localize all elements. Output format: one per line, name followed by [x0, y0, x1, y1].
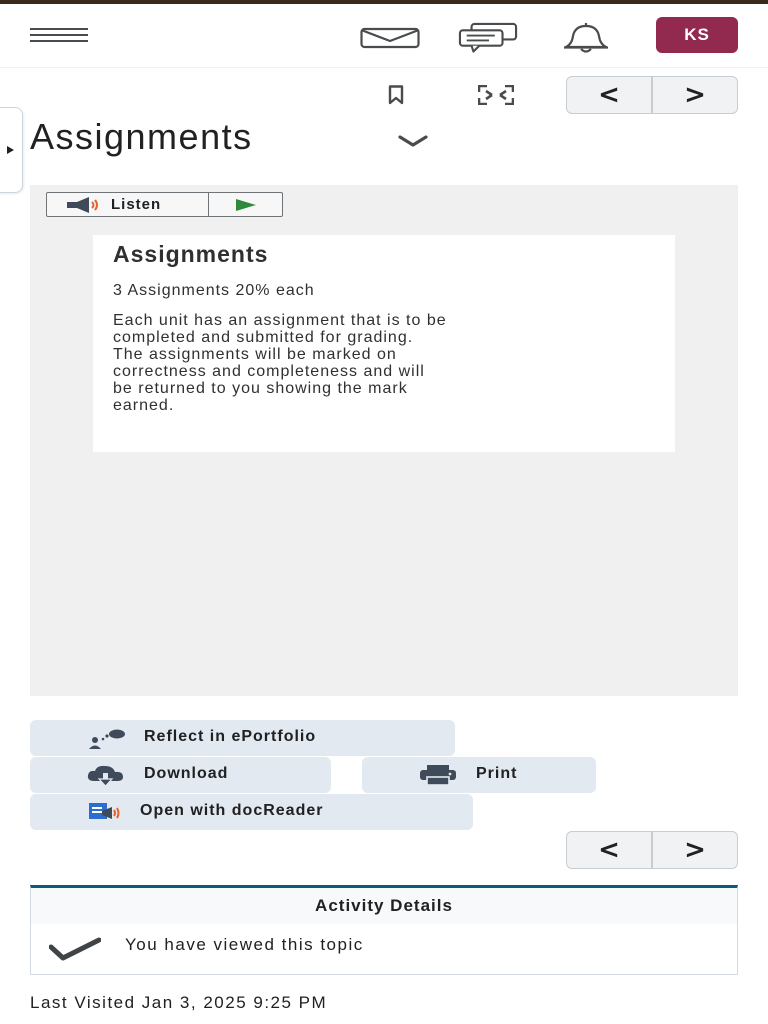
fullscreen-icon[interactable] — [478, 80, 514, 110]
topic-pager-bottom: < > — [566, 831, 738, 869]
document-viewer: Listen Assignments 3 Assignments 20% eac… — [30, 185, 738, 696]
docreader-label: Open with docReader — [140, 802, 324, 819]
top-navbar: KS — [0, 4, 768, 68]
listen-label: Listen — [111, 196, 162, 213]
activity-details-panel: Activity Details You have viewed this to… — [30, 885, 738, 975]
speaker-icon — [67, 196, 98, 213]
side-panel-toggle[interactable] — [0, 107, 23, 193]
activity-status-text: You have viewed this topic — [125, 935, 364, 954]
reflect-eportfolio-button[interactable]: Reflect in ePortfolio — [30, 720, 455, 756]
download-icon — [86, 765, 126, 787]
next-topic-button[interactable]: > — [651, 77, 737, 113]
previous-topic-button[interactable]: < — [567, 832, 651, 868]
page-title: Assignments — [30, 116, 253, 157]
body-line: earned. — [113, 397, 175, 414]
activity-status-row: You have viewed this topic — [31, 924, 737, 975]
activity-details-title: Activity Details — [31, 888, 737, 924]
document-body: Each unit has an assignment that is to b… — [113, 312, 633, 414]
next-topic-button[interactable]: > — [651, 832, 737, 868]
download-button[interactable]: Download — [30, 757, 331, 793]
play-button[interactable] — [209, 193, 282, 216]
play-icon — [235, 198, 256, 211]
printer-icon — [419, 765, 457, 785]
docreader-icon — [88, 802, 124, 822]
download-label: Download — [144, 765, 229, 782]
bell-icon[interactable] — [556, 18, 616, 58]
bookmark-icon[interactable] — [378, 80, 414, 110]
avatar-initials: KS — [684, 25, 710, 44]
user-avatar[interactable]: KS — [656, 17, 738, 53]
open-docreader-button[interactable]: Open with docReader — [30, 794, 473, 830]
mail-icon[interactable] — [360, 18, 420, 58]
topic-pager-top: < > — [566, 76, 738, 114]
expand-arrow-icon — [6, 146, 14, 154]
body-line: The assignments will be marked on — [113, 346, 397, 363]
body-line: Each unit has an assignment that is to b… — [113, 312, 447, 329]
body-line: completed and submitted for grading. — [113, 329, 414, 346]
readspeaker-bar: Listen — [46, 192, 283, 217]
previous-topic-button[interactable]: < — [567, 77, 651, 113]
checkmark-icon — [48, 936, 102, 966]
listen-button[interactable]: Listen — [47, 193, 209, 216]
reflect-label: Reflect in ePortfolio — [144, 728, 317, 745]
chevron-down-icon[interactable] — [398, 130, 428, 152]
print-label: Print — [476, 765, 518, 782]
body-line: be returned to you showing the mark — [113, 380, 408, 397]
print-button[interactable]: Print — [362, 757, 596, 793]
document-page: Assignments 3 Assignments 20% each Each … — [93, 235, 675, 452]
chat-icon[interactable] — [458, 18, 518, 58]
document-heading: Assignments — [113, 241, 269, 267]
document-subheading: 3 Assignments 20% each — [113, 282, 315, 299]
last-visited-text: Last Visited Jan 3, 2025 9:25 PM — [30, 993, 328, 1012]
body-line: correctness and completeness and will — [113, 363, 425, 380]
hamburger-menu-icon[interactable] — [30, 26, 88, 48]
eportfolio-icon — [88, 728, 126, 750]
